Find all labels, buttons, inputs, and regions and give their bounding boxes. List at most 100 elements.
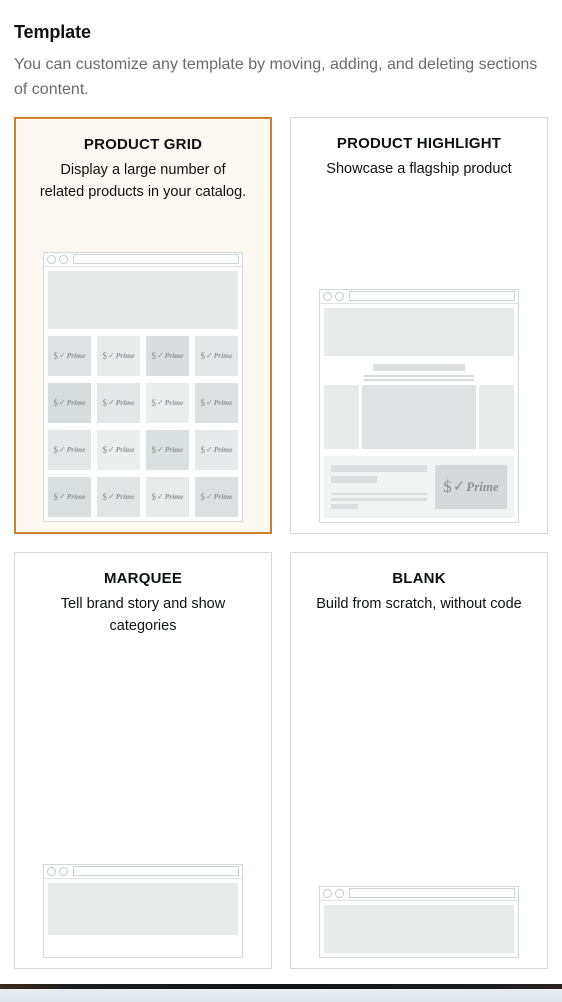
prime-logo-icon: $ ✓ Prime xyxy=(102,444,135,455)
carousel-side-slide xyxy=(479,384,514,449)
prime-logo-icon: $ ✓ Prime xyxy=(53,491,86,502)
hero-placeholder xyxy=(48,882,238,935)
browser-dot-icon xyxy=(47,254,56,264)
product-tile-rows: $ ✓ Prime $ ✓ Prime $ ✓ Prime $ ✓ Prime $ ✓ Prime … xyxy=(48,335,238,517)
product-tile: $ ✓ Prime xyxy=(195,476,238,517)
browser-dot-icon xyxy=(47,866,56,876)
browser-dot-icon xyxy=(335,291,344,301)
product-tile: $ ✓ Prime xyxy=(97,429,140,470)
button-placeholder xyxy=(331,503,358,509)
browser-dot-icon xyxy=(335,888,344,898)
browser-dot-icon xyxy=(323,291,332,301)
carousel-main-slide xyxy=(362,384,476,449)
browser-chrome-bar xyxy=(320,886,518,901)
category-grid-placeholder xyxy=(48,941,238,953)
product-tile: $ ✓ Prime xyxy=(195,335,238,376)
prime-logo-icon: $ ✓ Prime xyxy=(151,444,184,455)
feature-image-placeholder: $ ✓ Prime xyxy=(435,464,507,509)
template-description: Tell brand story and show categories xyxy=(60,595,226,635)
template-card-grid: PRODUCT GRID Display a large number of r… xyxy=(14,116,548,969)
prime-logo-icon: $ ✓ Prime xyxy=(102,491,135,502)
browser-dot-icon xyxy=(59,254,68,264)
table-row: $ ✓ Prime $ ✓ Prime $ ✓ Prime $ ✓ Prime xyxy=(48,429,238,470)
template-title: PRODUCT HIGHLIGHT xyxy=(336,134,502,152)
table-row: $ ✓ Prime $ ✓ Prime $ ✓ Prime $ ✓ Prime xyxy=(48,335,238,376)
laptop-bezel xyxy=(0,984,562,1002)
template-card-blank[interactable]: BLANK Build from scratch, without code xyxy=(290,551,548,969)
template-card-marquee[interactable]: MARQUEE Tell brand story and show catego… xyxy=(14,551,272,969)
product-tile: $ ✓ Prime xyxy=(146,382,189,423)
prime-logo-icon: $ ✓ Prime xyxy=(53,444,86,455)
product-tile: $ ✓ Prime xyxy=(48,382,91,423)
prime-logo-icon: $ ✓ Prime xyxy=(102,397,135,408)
category-column-left xyxy=(48,941,142,953)
template-card-product-highlight[interactable]: PRODUCT HIGHLIGHT Showcase a flagship pr… xyxy=(290,116,548,534)
browser-address-bar xyxy=(349,291,515,302)
browser-dot-icon xyxy=(323,888,332,898)
product-tile: $ ✓ Prime xyxy=(48,429,91,470)
template-description: Display a large number of related produc… xyxy=(39,161,247,201)
browser-address-bar xyxy=(73,866,239,877)
browser-chrome-bar xyxy=(44,864,242,879)
headline-placeholder-group xyxy=(324,356,514,383)
prime-logo-icon: $ ✓ Prime xyxy=(151,350,184,361)
prime-logo-icon: $ ✓ Prime xyxy=(151,491,184,502)
prime-logo-icon: $ ✓ Prime xyxy=(200,491,233,502)
product-highlight-preview: $ ✓ Prime xyxy=(319,288,519,523)
hero-placeholder xyxy=(324,307,514,356)
text-bar-placeholder xyxy=(331,464,427,472)
prime-logo-icon: $ ✓ Prime xyxy=(102,350,135,361)
template-picker-panel: Template You can customize any template … xyxy=(0,0,562,969)
text-line-placeholder xyxy=(331,492,427,496)
text-line-placeholder xyxy=(364,374,474,377)
browser-address-bar xyxy=(73,254,239,265)
product-tile: $ ✓ Prime xyxy=(48,335,91,376)
text-line-placeholder xyxy=(331,498,427,501)
product-tile: $ ✓ Prime xyxy=(195,429,238,470)
browser-chrome-bar xyxy=(320,289,518,304)
preview-body: $ ✓ Prime $ ✓ Prime $ ✓ Prime $ ✓ Prime $ ✓ Prime … xyxy=(44,266,242,521)
blank-preview xyxy=(319,885,519,958)
headline-placeholder xyxy=(373,363,465,371)
template-title: PRODUCT GRID xyxy=(83,135,203,153)
product-tile: $ ✓ Prime xyxy=(146,476,189,517)
template-card-product-grid[interactable]: PRODUCT GRID Display a large number of r… xyxy=(14,116,272,534)
text-line-placeholder xyxy=(364,378,474,381)
preview-body xyxy=(320,900,518,957)
product-tile: $ ✓ Prime xyxy=(48,476,91,517)
product-tile: $ ✓ Prime xyxy=(146,335,189,376)
marquee-preview xyxy=(43,863,243,958)
table-row: $ ✓ Prime $ ✓ Prime $ ✓ Prime $ ✓ Prime xyxy=(48,382,238,423)
bezel-light-edge xyxy=(0,989,562,1002)
template-title: BLANK xyxy=(392,569,446,587)
template-description: Build from scratch, without code xyxy=(316,595,522,612)
feature-block-placeholder: $ ✓ Prime xyxy=(324,455,514,518)
carousel-placeholder xyxy=(324,384,514,449)
prime-logo-icon: $ ✓ Prime xyxy=(200,397,233,408)
prime-logo-icon: $ ✓ Prime xyxy=(53,350,86,361)
product-tile: $ ✓ Prime xyxy=(146,429,189,470)
prime-logo-icon: $ ✓ Prime xyxy=(151,397,184,408)
browser-chrome-bar xyxy=(44,252,242,267)
template-title: MARQUEE xyxy=(103,569,183,587)
category-column-right xyxy=(148,941,238,953)
hero-placeholder xyxy=(324,904,514,953)
template-description: Showcase a flagship product xyxy=(326,160,512,177)
page-title: Template xyxy=(14,22,91,42)
browser-dot-icon xyxy=(59,866,68,876)
preview-body: $ ✓ Prime xyxy=(320,303,518,522)
product-tile: $ ✓ Prime xyxy=(97,382,140,423)
hero-placeholder xyxy=(48,270,238,329)
page-subtitle: You can customize any template by moving… xyxy=(14,56,538,98)
table-row: $ ✓ Prime $ ✓ Prime $ ✓ Prime $ ✓ Prime xyxy=(48,476,238,517)
preview-body xyxy=(44,878,242,957)
prime-logo-icon: $ ✓ Prime xyxy=(200,444,233,455)
text-bar-placeholder xyxy=(331,475,378,483)
prime-logo-icon: $ ✓ Prime xyxy=(53,397,86,408)
product-tile: $ ✓ Prime xyxy=(195,382,238,423)
prime-logo-icon: $ ✓ Prime xyxy=(443,476,499,496)
feature-text-column xyxy=(331,464,427,509)
browser-address-bar xyxy=(349,888,515,899)
carousel-side-slide xyxy=(324,384,359,449)
product-tile: $ ✓ Prime xyxy=(97,335,140,376)
